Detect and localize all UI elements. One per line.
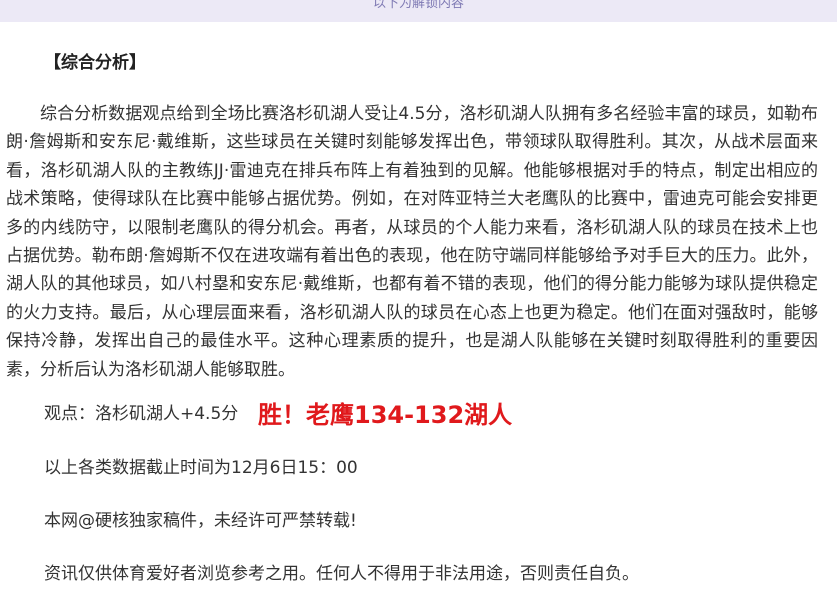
viewpoint-text: 观点：洛杉矶湖人+4.5分 — [44, 404, 239, 424]
unlock-banner-text: 以下为解锁内容 — [372, 0, 464, 11]
section-title: 【综合分析】 — [44, 53, 146, 73]
data-cutoff-note: 以上各类数据截止时间为12月6日15：00 — [44, 458, 358, 478]
match-result: 胜！老鹰134-132湖人 — [258, 401, 513, 429]
analysis-paragraph: 综合分析数据观点给到全场比赛洛杉矶湖人受让4.5分，洛杉矶湖人队拥有多名经验丰富… — [6, 104, 818, 380]
unlock-banner: 以下为解锁内容 — [0, 0, 837, 22]
disclaimer-note: 资讯仅供体育爱好者浏览参考之用。任何人不得用于非法用途，否则责任自负。 — [44, 564, 639, 584]
copyright-note: 本网@硬核独家稿件，未经许可严禁转载! — [44, 511, 357, 531]
